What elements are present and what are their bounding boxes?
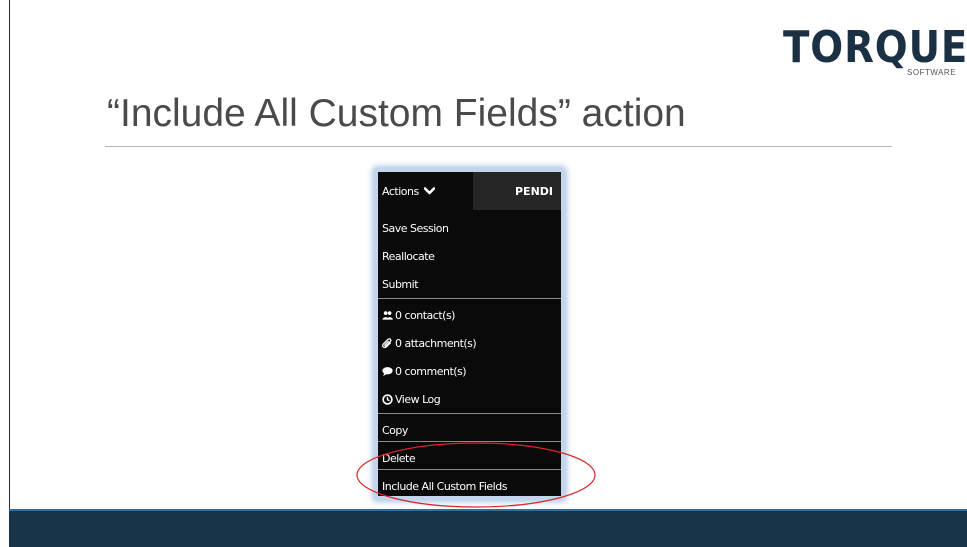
tab-pending-label: PENDI — [515, 185, 554, 198]
menu-item-comments[interactable]: 0 comment(s) — [378, 358, 561, 384]
menu-divider — [378, 298, 561, 299]
actions-button[interactable]: Actions — [378, 172, 473, 210]
comment-icon — [382, 367, 393, 377]
logo-wordmark: TORQUE — [783, 22, 967, 73]
chevron-down-icon — [424, 187, 435, 195]
logo-subtitle: SOFTWARE — [907, 68, 957, 77]
menu-item-save-session[interactable]: Save Session — [378, 215, 561, 241]
contacts-icon — [382, 311, 393, 320]
clock-icon — [382, 394, 393, 405]
menu-item-label: Submit — [382, 278, 419, 291]
menu-item-label: 0 contact(s) — [395, 309, 455, 322]
menu-item-copy[interactable]: Copy — [378, 417, 561, 443]
actions-button-label: Actions — [382, 185, 419, 198]
highlight-ellipse-annotation — [356, 442, 596, 508]
menu-item-label: 0 comment(s) — [395, 365, 467, 378]
title-divider — [105, 146, 892, 147]
menu-item-reallocate[interactable]: Reallocate — [378, 243, 561, 269]
menu-item-attachments[interactable]: 0 attachment(s) — [378, 330, 561, 356]
slide: TORQUE SOFTWARE “Include All Custom Fiel… — [0, 0, 967, 547]
footer-band — [9, 509, 967, 547]
menu-item-label: Copy — [382, 424, 408, 437]
paperclip-icon — [382, 338, 392, 349]
tab-pending[interactable]: PENDI — [473, 172, 561, 210]
slide-title: “Include All Custom Fields” action — [107, 92, 686, 135]
menu-item-view-log[interactable]: View Log — [378, 386, 561, 412]
menu-item-label: 0 attachment(s) — [395, 337, 477, 350]
menu-item-contacts[interactable]: 0 contact(s) — [378, 302, 561, 328]
menu-header: Actions PENDI — [378, 172, 561, 210]
slide-border — [9, 0, 10, 509]
menu-item-label: Reallocate — [382, 250, 435, 263]
menu-item-submit[interactable]: Submit — [378, 271, 561, 297]
menu-item-label: Save Session — [382, 222, 449, 235]
menu-item-label: View Log — [395, 393, 441, 406]
torque-logo: TORQUE SOFTWARE — [783, 24, 967, 84]
menu-divider — [378, 413, 561, 414]
